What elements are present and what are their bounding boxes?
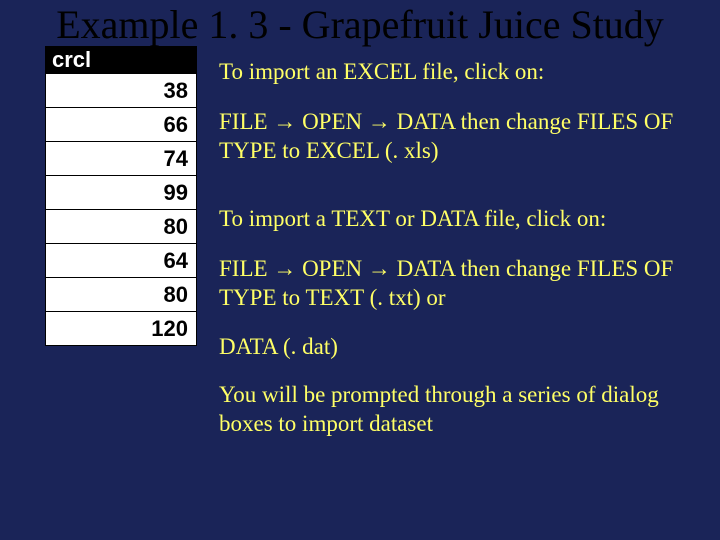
arrow-icon: → bbox=[368, 108, 391, 134]
table-row: 38 bbox=[46, 73, 196, 107]
arrow-icon: → bbox=[273, 108, 296, 134]
paragraph: FILE → OPEN → DATA then change FILES OF … bbox=[219, 254, 675, 313]
text-span: FILE bbox=[219, 256, 273, 281]
table-row: 80 bbox=[46, 209, 196, 243]
slide-title: Example 1. 3 - Grapefruit Juice Study bbox=[45, 2, 675, 48]
slide: Example 1. 3 - Grapefruit Juice Study cr… bbox=[0, 2, 720, 540]
table-row: 120 bbox=[46, 311, 196, 345]
paragraph: DATA (. dat) bbox=[219, 333, 675, 362]
table-row: 66 bbox=[46, 107, 196, 141]
paragraph: To import a TEXT or DATA file, click on: bbox=[219, 205, 675, 234]
arrow-icon: → bbox=[368, 255, 391, 281]
slide-body: crcl 38 66 74 99 80 64 80 120 To import … bbox=[45, 58, 675, 459]
paragraph: FILE → OPEN → DATA then change FILES OF … bbox=[219, 107, 675, 166]
text-span: FILE bbox=[219, 109, 273, 134]
table-header: crcl bbox=[46, 47, 196, 73]
table-row: 74 bbox=[46, 141, 196, 175]
table-row: 99 bbox=[46, 175, 196, 209]
table-row: 64 bbox=[46, 243, 196, 277]
paragraph: To import an EXCEL file, click on: bbox=[219, 58, 675, 87]
paragraph: You will be prompted through a series of… bbox=[219, 381, 675, 439]
arrow-icon: → bbox=[273, 255, 296, 281]
data-table: crcl 38 66 74 99 80 64 80 120 bbox=[45, 46, 197, 346]
text-content: To import an EXCEL file, click on: FILE … bbox=[219, 58, 675, 459]
text-span: OPEN bbox=[296, 109, 368, 134]
text-span: OPEN bbox=[296, 256, 368, 281]
table-row: 80 bbox=[46, 277, 196, 311]
